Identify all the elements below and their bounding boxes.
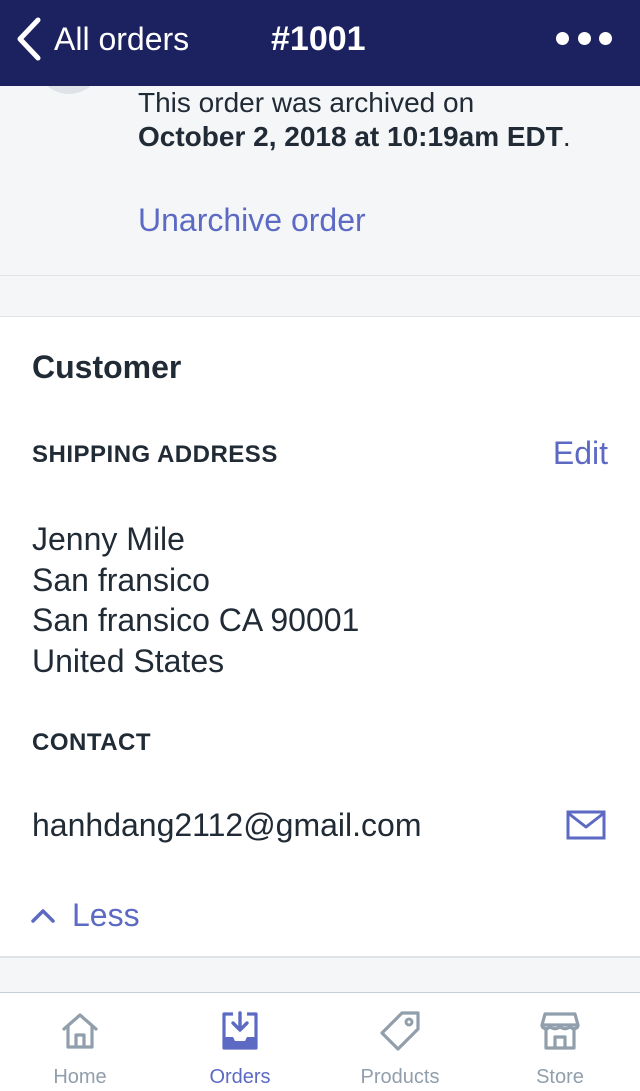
- contact-heading: CONTACT: [32, 729, 152, 756]
- section-divider: [0, 958, 640, 992]
- tab-store[interactable]: Store: [480, 993, 640, 1091]
- archive-date: October 2, 2018 at 10:19am EDT: [138, 121, 563, 152]
- order-number-title: #1001: [271, 20, 366, 58]
- show-less-button[interactable]: Less: [30, 895, 140, 935]
- customer-card: Customer SHIPPING ADDRESS Edit Jenny Mil…: [0, 316, 640, 958]
- archive-date-line: October 2, 2018 at 10:19am EDT.: [138, 120, 628, 154]
- address-line-city: San fransico CA 90001: [32, 602, 360, 638]
- tag-icon: [380, 1011, 420, 1051]
- show-less-label: Less: [72, 896, 140, 933]
- home-icon: [62, 1013, 98, 1049]
- orders-inbox-icon: [222, 1011, 258, 1050]
- send-email-button[interactable]: [566, 810, 606, 840]
- order-detail-screen: All orders #1001 This order was archived…: [0, 0, 640, 1091]
- shipping-address-heading: SHIPPING ADDRESS: [32, 441, 278, 468]
- more-dot: [577, 31, 591, 45]
- mail-icon: [566, 810, 606, 840]
- archive-message-line: This order was archived on: [138, 87, 475, 118]
- address-line-street: San fransico: [32, 561, 210, 598]
- edit-shipping-address-button[interactable]: Edit: [553, 435, 608, 472]
- archive-period: .: [562, 121, 571, 152]
- address-line-name: Jenny Mile: [32, 521, 185, 557]
- tab-store-label: Store: [536, 1066, 584, 1088]
- tab-home-label: Home: [53, 1066, 107, 1088]
- more-horizontal-icon: [556, 31, 569, 45]
- back-label: All orders: [54, 21, 190, 57]
- archived-order-banner: This order was archived on October 2, 20…: [0, 28, 640, 276]
- chevron-left-icon: [17, 17, 41, 61]
- customer-card-title: Customer: [32, 349, 182, 385]
- archive-message: This order was archived on October 2, 20…: [138, 86, 628, 154]
- tab-products[interactable]: Products: [320, 993, 480, 1091]
- back-to-all-orders-button[interactable]: All orders: [14, 16, 189, 62]
- more-actions-button[interactable]: [556, 22, 612, 54]
- more-dot: [599, 31, 612, 45]
- tab-orders-label: Orders: [209, 1066, 271, 1088]
- top-nav-bar: All orders #1001: [0, 0, 640, 86]
- customer-email[interactable]: hanhdang2112@gmail.com: [32, 805, 421, 845]
- address-line-country: United States: [32, 642, 225, 679]
- store-icon: [540, 1012, 580, 1050]
- chevron-up-icon: [31, 909, 55, 923]
- shipping-address: Jenny Mile San fransico San fransico CA …: [32, 519, 359, 681]
- unarchive-order-button[interactable]: Unarchive order: [138, 200, 366, 240]
- tab-home[interactable]: Home: [0, 993, 160, 1091]
- section-divider: [0, 276, 640, 316]
- bottom-tab-bar: Home Orders Products Store: [0, 992, 640, 1091]
- tab-orders[interactable]: Orders: [160, 993, 320, 1091]
- tab-products-label: Products: [360, 1066, 440, 1088]
